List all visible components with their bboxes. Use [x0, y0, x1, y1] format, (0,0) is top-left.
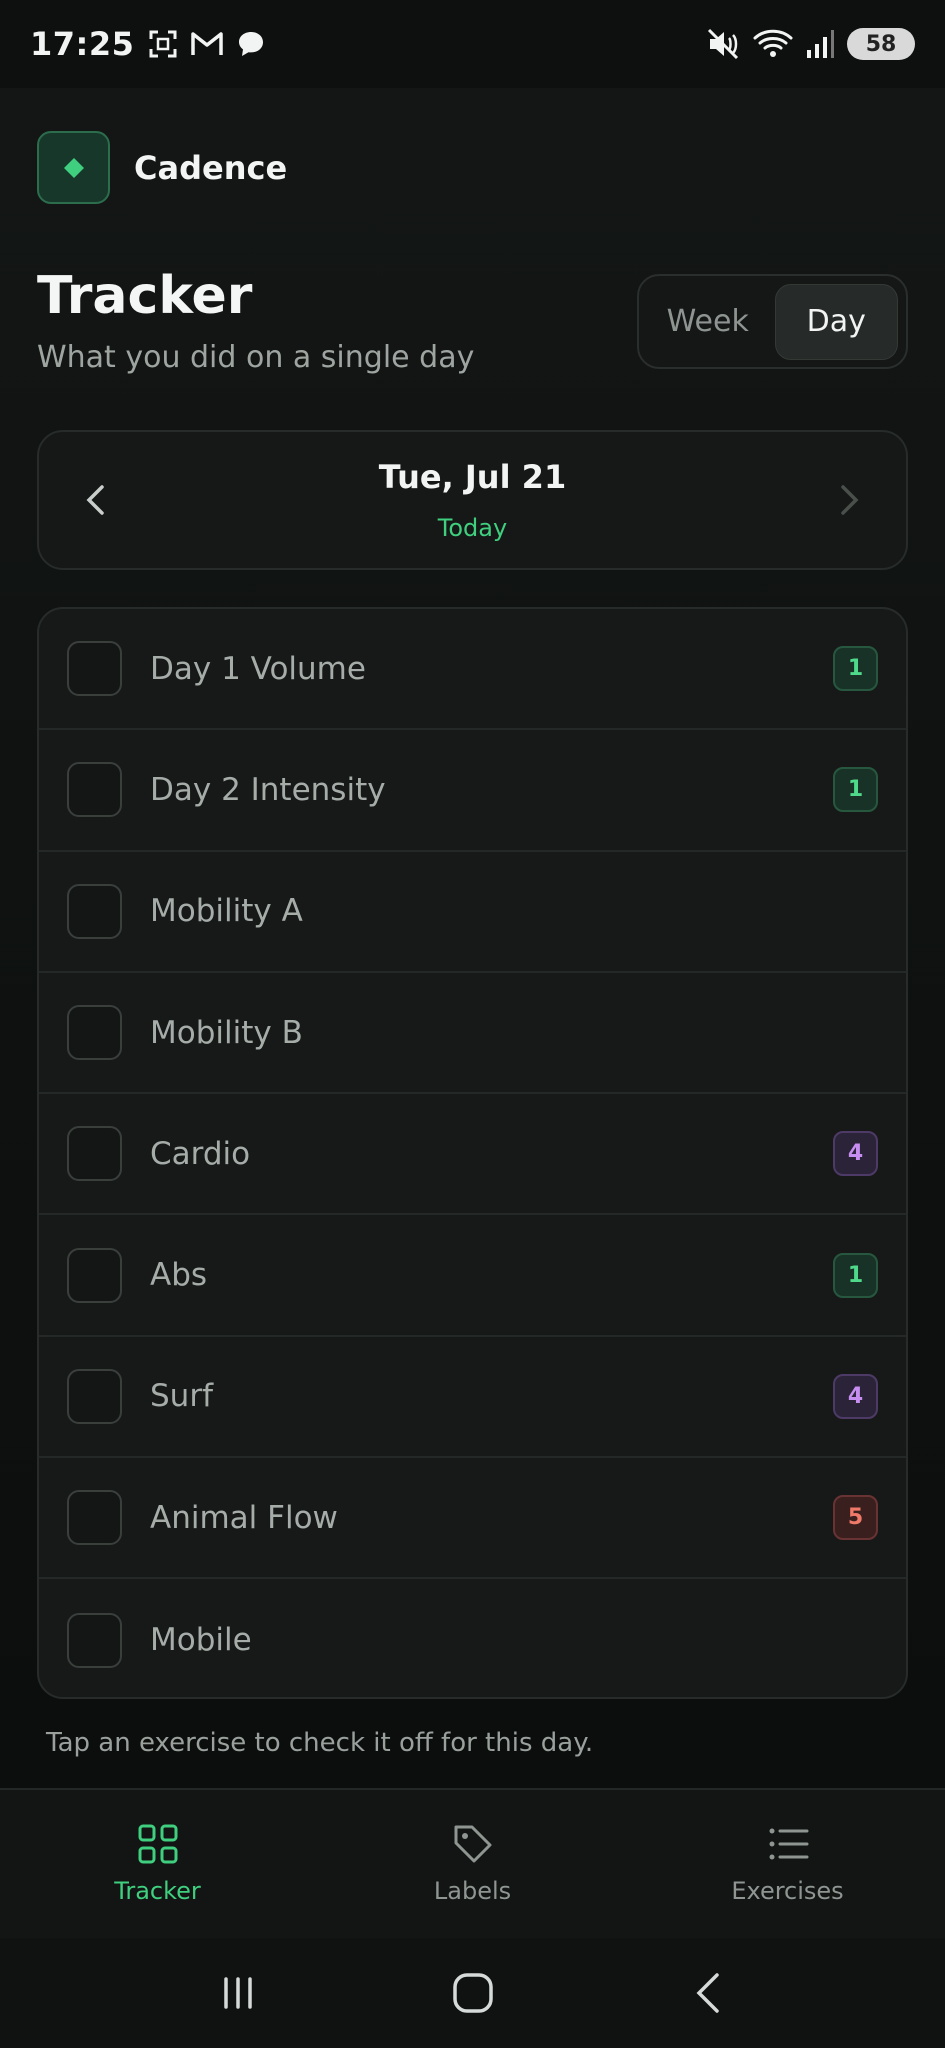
exercise-checkbox[interactable]: [67, 762, 122, 818]
exercise-list: Day 1 Volume 1 Day 2 Intensity 1 Mobility A M…: [37, 607, 908, 1699]
exercise-label: Mobile: [150, 1622, 252, 1659]
app-root: 17:25 58 Cadence Tracker What you did on…: [0, 0, 945, 2048]
list-icon: [769, 1828, 808, 1860]
exercise-row[interactable]: Mobility A: [39, 852, 906, 973]
brand-name: Cadence: [134, 148, 288, 187]
back-button[interactable]: [673, 1958, 743, 2028]
exercise-count-badge: 5: [833, 1495, 878, 1541]
relative-date: Today: [437, 514, 508, 542]
diamond-icon: [63, 157, 84, 178]
recents-button[interactable]: [203, 1958, 273, 2028]
exercise-count-badge: 1: [833, 646, 878, 692]
exercise-checkbox[interactable]: [67, 1005, 122, 1061]
battery-indicator: 58: [847, 28, 915, 60]
exercise-count-badge: 1: [833, 767, 878, 813]
grid-icon: [138, 1824, 177, 1864]
status-right: 58: [707, 28, 915, 60]
status-notification-icons: [148, 29, 266, 59]
exercise-checkbox[interactable]: [67, 1126, 122, 1182]
exercise-checkbox[interactable]: [67, 883, 122, 939]
exercise-row[interactable]: Mobile: [39, 1579, 906, 1697]
exercise-label: Day 1 Volume: [150, 650, 366, 687]
exercise-label: Day 2 Intensity: [150, 771, 386, 808]
exercise-label: Animal Flow: [150, 1499, 338, 1536]
brand-logo: [37, 131, 110, 204]
exercise-label: Surf: [150, 1378, 213, 1415]
home-button[interactable]: [438, 1958, 508, 2028]
signal-icon: [807, 30, 834, 58]
status-time: 17:25: [30, 25, 135, 63]
exercise-checkbox[interactable]: [67, 641, 122, 697]
exercise-checkbox[interactable]: [67, 1490, 122, 1546]
wifi-icon: [753, 29, 793, 57]
previous-day-button[interactable]: [75, 480, 115, 520]
page-title: Tracker: [37, 266, 253, 326]
home-icon: [452, 1973, 493, 2013]
exercise-label: Mobility B: [150, 1014, 303, 1051]
status-left: 17:25: [30, 25, 266, 63]
exercise-count-badge: 4: [833, 1131, 878, 1177]
system-nav-bar: [0, 1938, 945, 2048]
exercise-label: Mobility A: [150, 893, 303, 930]
hint-text: Tap an exercise to check it off for this…: [46, 1728, 594, 1758]
nav-exercises[interactable]: Exercises: [688, 1823, 888, 1905]
date-navigator: Tue, Jul 21 Today: [37, 430, 908, 570]
exercise-row[interactable]: Mobility B: [39, 973, 906, 1095]
exercise-row[interactable]: Surf 4: [39, 1337, 906, 1459]
chevron-right-icon: [841, 485, 859, 515]
exercise-label: Cardio: [150, 1135, 251, 1172]
view-toggle-day[interactable]: Day: [774, 283, 898, 360]
nav-tracker[interactable]: Tracker: [58, 1823, 258, 1905]
back-icon: [696, 1973, 719, 2013]
nav-labels[interactable]: Labels: [373, 1823, 573, 1905]
exercise-row[interactable]: Animal Flow 5: [39, 1458, 906, 1580]
exercise-checkbox[interactable]: [67, 1612, 122, 1668]
chat-icon: [239, 32, 264, 56]
exercise-label: Abs: [150, 1257, 208, 1294]
mute-icon: [707, 28, 739, 60]
nav-labels-label: Labels: [433, 1877, 512, 1905]
tag-icon: [454, 1825, 491, 1863]
exercise-row[interactable]: Abs 1: [39, 1215, 906, 1337]
status-bar: 17:25 58: [0, 0, 945, 88]
recents-icon: [223, 1977, 252, 2009]
next-day-button[interactable]: [830, 480, 870, 520]
exercise-checkbox[interactable]: [67, 1368, 122, 1424]
current-date: Tue, Jul 21: [378, 458, 567, 496]
screenshot-icon: [149, 30, 177, 58]
view-toggle-week[interactable]: Week: [647, 284, 769, 360]
chevron-left-icon: [86, 485, 104, 515]
view-toggle: Week Day: [637, 274, 908, 369]
exercise-count-badge: 1: [833, 1252, 878, 1298]
exercise-row[interactable]: Day 2 Intensity 1: [39, 730, 906, 852]
date-display: Tue, Jul 21 Today: [379, 458, 566, 542]
exercise-row[interactable]: Cardio 4: [39, 1094, 906, 1216]
exercise-count-badge: 4: [833, 1373, 878, 1419]
nav-exercises-label: Exercises: [731, 1877, 844, 1905]
exercise-row[interactable]: Day 1 Volume 1: [39, 609, 906, 731]
battery-level: 58: [865, 31, 897, 57]
gmail-icon: [191, 32, 224, 55]
exercise-checkbox[interactable]: [67, 1247, 122, 1303]
page-subtitle: What you did on a single day: [37, 340, 475, 375]
bottom-nav: Tracker Labels Exercises: [0, 1788, 945, 1938]
nav-tracker-label: Tracker: [114, 1877, 201, 1905]
brand: Cadence: [37, 131, 287, 204]
